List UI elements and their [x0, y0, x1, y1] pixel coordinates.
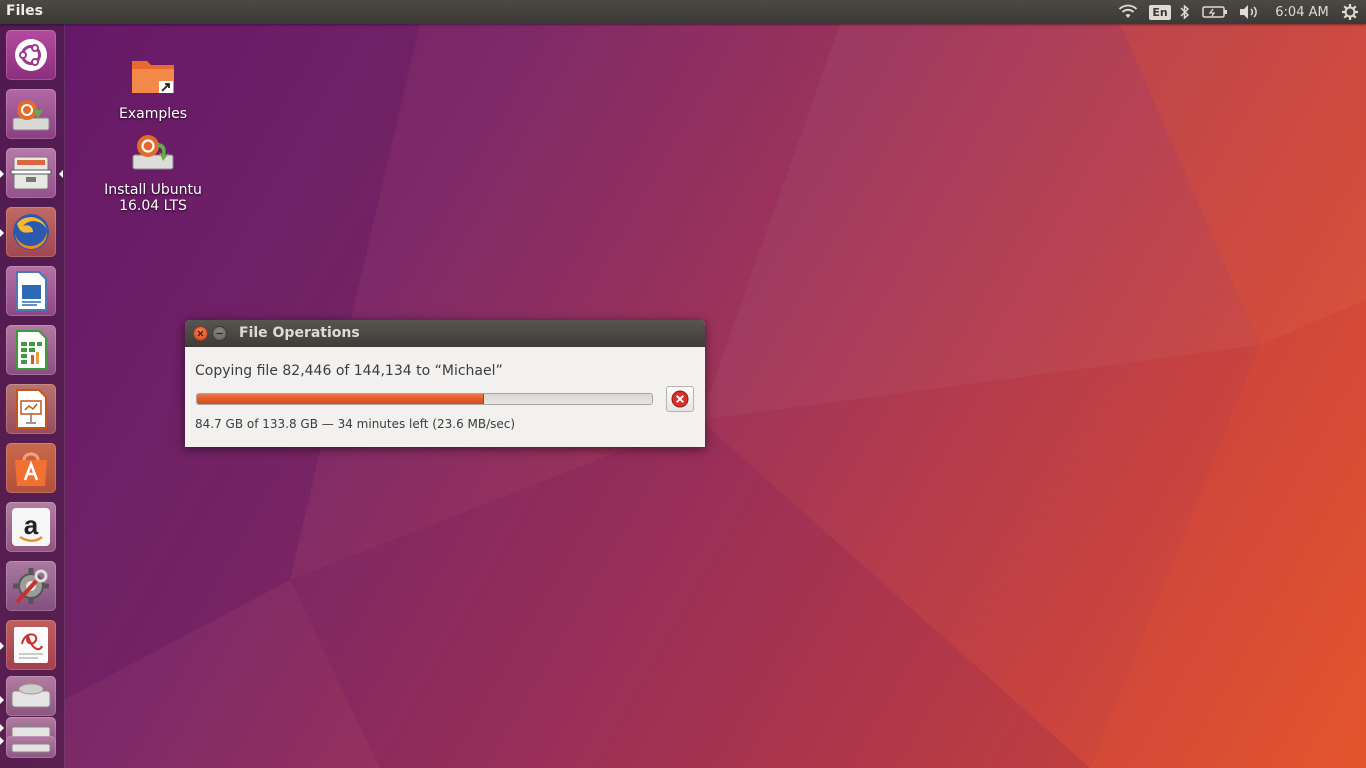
desktop-icon-examples[interactable]: Examples: [103, 52, 203, 122]
desktop-icon-label: Examples: [118, 106, 188, 122]
launcher-running-pip: [0, 737, 4, 745]
launcher-install-ubuntu[interactable]: [6, 89, 56, 139]
launcher-running-pip: [0, 642, 4, 650]
launcher-dash-home[interactable]: [6, 30, 56, 80]
launcher-document-viewer[interactable]: [6, 620, 56, 670]
removable-drive-icon: [11, 743, 51, 753]
svg-text:a: a: [24, 510, 39, 540]
file-operations-dialog: File Operations Copying file 82,446 of 1…: [185, 320, 705, 447]
battery-icon[interactable]: [1201, 2, 1229, 22]
launcher-system-settings[interactable]: [6, 561, 56, 611]
launcher-focused-pip: [59, 170, 63, 178]
document-viewer-icon: [14, 627, 48, 663]
dash-home-icon: [15, 39, 47, 71]
launcher-disk-drive[interactable]: [6, 676, 56, 716]
desktop-icon-label: 16.04 LTS: [119, 198, 187, 214]
copy-progress-fill: [197, 394, 484, 404]
launcher-calc[interactable]: [6, 325, 56, 375]
dialog-titlebar[interactable]: File Operations: [185, 320, 705, 347]
desktop-icon-install-ubuntu[interactable]: Install Ubuntu 16.04 LTS: [103, 128, 203, 214]
copy-status-text: Copying file 82,446 of 144,134 to “Micha…: [195, 363, 503, 379]
install-ubuntu-icon: [12, 100, 50, 131]
launcher-running-pip: [0, 696, 4, 704]
cancel-icon: [671, 390, 689, 408]
window-minimize-button[interactable]: [212, 326, 227, 341]
files-icon: [10, 156, 52, 190]
launcher-firefox[interactable]: [6, 207, 56, 257]
close-icon: [197, 330, 204, 337]
launcher-impress[interactable]: [6, 384, 56, 434]
top-panel: Files En 6:04 AM: [0, 0, 1366, 24]
window-close-button[interactable]: [193, 326, 208, 341]
amazon-icon: a: [12, 508, 50, 546]
cancel-copy-button[interactable]: [666, 386, 694, 412]
bluetooth-icon[interactable]: [1177, 2, 1193, 22]
libreoffice-impress-icon: [16, 389, 47, 429]
launcher-files[interactable]: [6, 148, 56, 198]
system-gear-icon[interactable]: [1339, 2, 1361, 22]
install-ubuntu-icon: [132, 135, 174, 170]
desktop-icon-label: Install Ubuntu: [104, 182, 202, 198]
system-settings-icon: [13, 568, 49, 604]
copy-progress-bar: [196, 393, 653, 405]
minimize-icon: [216, 332, 223, 335]
ubuntu-software-icon: [15, 452, 47, 486]
firefox-icon: [13, 214, 49, 250]
libreoffice-writer-icon: [16, 271, 47, 311]
dialog-title: File Operations: [239, 325, 360, 341]
app-title: Files: [6, 3, 43, 19]
copy-progress-details: 84.7 GB of 133.8 GB — 34 minutes left (2…: [195, 417, 516, 431]
launcher-removable-drive-2[interactable]: [6, 736, 56, 758]
launcher-writer[interactable]: [6, 266, 56, 316]
wifi-icon[interactable]: [1117, 2, 1139, 22]
language-label: En: [1149, 4, 1171, 20]
libreoffice-calc-icon: [16, 330, 47, 370]
launcher-running-pip: [0, 229, 4, 237]
language-indicator[interactable]: En: [1149, 2, 1171, 22]
folder-link-icon: [132, 61, 174, 93]
launcher-running-pip: [0, 170, 4, 178]
volume-icon[interactable]: [1237, 2, 1261, 22]
launcher: a: [0, 24, 65, 768]
launcher-running-pip: [0, 724, 4, 732]
launcher-amazon[interactable]: a: [6, 502, 56, 552]
launcher-software[interactable]: [6, 443, 56, 493]
clock[interactable]: 6:04 AM: [1272, 2, 1332, 22]
disk-drive-icon: [11, 683, 51, 708]
